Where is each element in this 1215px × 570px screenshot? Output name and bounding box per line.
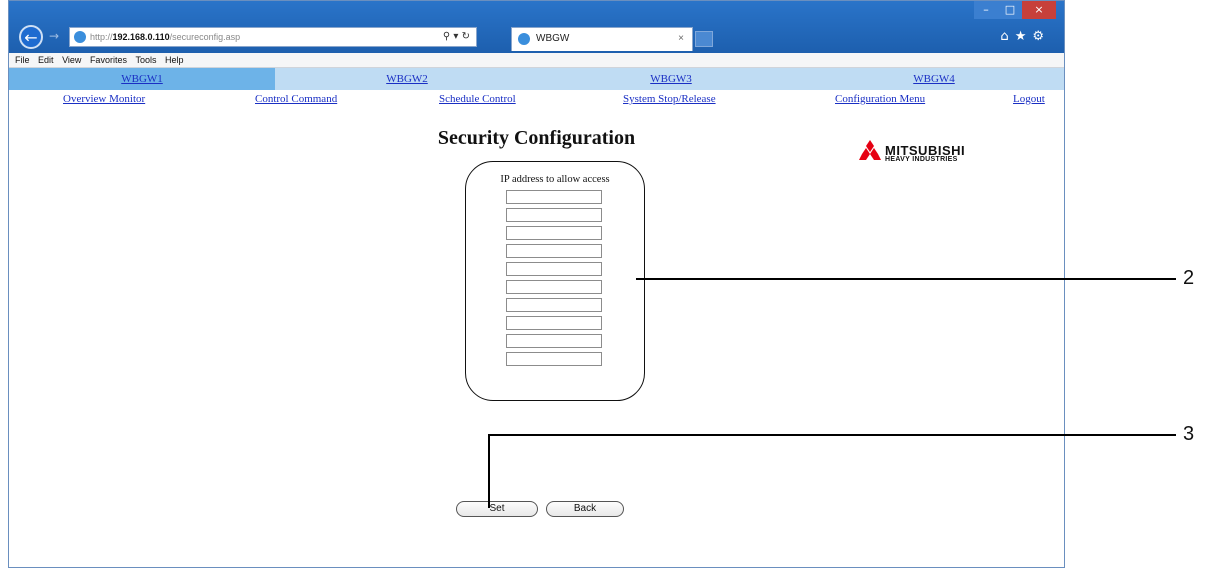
toolbar-icons: ⌂★⚙ — [1000, 29, 1050, 44]
menu-tools[interactable]: Tools — [135, 53, 156, 67]
main-nav: Overview Monitor Control Command Schedul… — [9, 91, 1064, 111]
menu-bar: File Edit View Favorites Tools Help — [9, 53, 1064, 68]
tab-wbgw4[interactable]: WBGW4 — [803, 68, 1064, 90]
callout-number-3: 3 — [1183, 423, 1195, 445]
window-controls: – □ × — [974, 1, 1056, 21]
nav-logout[interactable]: Logout — [1013, 93, 1045, 105]
browser-tab[interactable]: WBGW × — [511, 27, 693, 51]
ip-address-field-8[interactable] — [506, 316, 602, 330]
callout-number-2: 2 — [1183, 267, 1195, 289]
back-button[interactable]: Back — [546, 501, 624, 517]
nav-control-command[interactable]: Control Command — [255, 93, 337, 105]
ip-address-field-6[interactable] — [506, 280, 602, 294]
callout-line-3-horizontal — [488, 434, 1176, 436]
nav-schedule-control[interactable]: Schedule Control — [439, 93, 516, 105]
three-diamonds-logo-icon — [859, 140, 881, 160]
menu-help[interactable]: Help — [165, 53, 184, 67]
tab-wbgw2[interactable]: WBGW2 — [275, 68, 539, 90]
tab-favicon-icon — [518, 33, 530, 45]
new-tab-button[interactable] — [695, 31, 713, 47]
settings-gear-icon[interactable]: ⚙ — [1032, 29, 1050, 44]
nav-configuration-menu[interactable]: Configuration Menu — [835, 93, 925, 105]
home-icon[interactable]: ⌂ — [1000, 29, 1014, 44]
address-suffix: /secureconfig.asp — [169, 32, 241, 42]
back-arrow-icon[interactable]: ← — [19, 25, 43, 49]
ip-address-field-3[interactable] — [506, 226, 602, 240]
tab-close-icon[interactable]: × — [678, 28, 684, 50]
company-logo: MITSUBISHI HEAVY INDUSTRIES — [857, 139, 997, 167]
menu-edit[interactable]: Edit — [38, 53, 54, 67]
close-icon[interactable]: × — [1022, 1, 1056, 19]
ip-address-field-1[interactable] — [506, 190, 602, 204]
ip-address-field-7[interactable] — [506, 298, 602, 312]
ip-address-field-10[interactable] — [506, 352, 602, 366]
ip-address-field-5[interactable] — [506, 262, 602, 276]
ip-address-field-9[interactable] — [506, 334, 602, 348]
address-bar[interactable]: http://192.168.0.110/secureconfig.asp ⚲ … — [69, 27, 477, 47]
menu-favorites[interactable]: Favorites — [90, 53, 127, 67]
tab-title: WBGW — [536, 33, 570, 44]
set-button[interactable]: Set — [456, 501, 538, 517]
menu-view[interactable]: View — [62, 53, 81, 67]
address-host: 192.168.0.110 — [112, 32, 170, 42]
browser-titlebar: ← → http://192.168.0.110/secureconfig.as… — [9, 1, 1064, 53]
nav-overview-monitor[interactable]: Overview Monitor — [63, 93, 145, 105]
maximize-icon[interactable]: □ — [998, 1, 1022, 19]
tab-wbgw1[interactable]: WBGW1 — [9, 68, 275, 90]
ip-address-group: IP address to allow access — [465, 161, 645, 401]
callout-line-3-vertical — [488, 434, 490, 508]
address-prefix: http:// — [90, 32, 113, 42]
favorites-star-icon[interactable]: ★ — [1015, 29, 1033, 44]
nav-system-stop-release[interactable]: System Stop/Release — [623, 93, 716, 105]
browser-window: ← → http://192.168.0.110/secureconfig.as… — [8, 0, 1065, 568]
ip-address-field-2[interactable] — [506, 208, 602, 222]
minimize-icon[interactable]: – — [974, 1, 998, 19]
logo-brand-subtitle: HEAVY INDUSTRIES — [885, 156, 958, 163]
page-globe-icon — [74, 31, 86, 43]
forward-arrow-icon[interactable]: → — [49, 29, 65, 45]
tab-wbgw3[interactable]: WBGW3 — [539, 68, 803, 90]
ip-address-label: IP address to allow access — [500, 174, 610, 185]
callout-line-2 — [636, 278, 1176, 280]
gateway-tab-bar: WBGW1 WBGW2 WBGW3 WBGW4 — [9, 68, 1064, 90]
ip-address-field-4[interactable] — [506, 244, 602, 258]
menu-file[interactable]: File — [15, 53, 30, 67]
search-refresh-icon[interactable]: ⚲ ▾ ↻ — [443, 28, 470, 46]
